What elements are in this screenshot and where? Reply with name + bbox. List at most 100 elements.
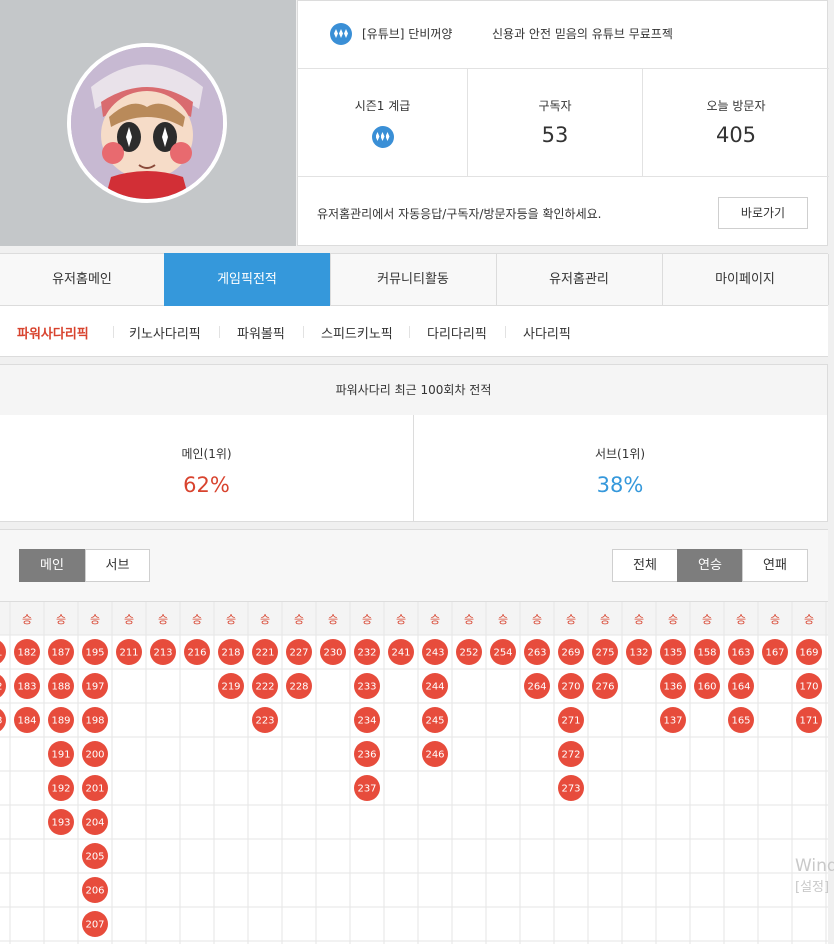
- result-ball-number: 219: [221, 682, 240, 693]
- result-ball-number: 135: [663, 648, 682, 659]
- result-ball-number: 241: [391, 648, 410, 659]
- summary-sub: 서브(1위) 38%: [413, 415, 827, 521]
- filter-bar: 메인 서브 전체 연승 연패: [0, 529, 828, 601]
- result-ball-number: 211: [119, 648, 138, 659]
- result-ball-number: 276: [595, 682, 614, 693]
- filter-right-3[interactable]: 연패: [742, 549, 808, 582]
- watermark-line-1: Wind: [795, 856, 834, 876]
- sub-tab-5[interactable]: 다리다리픽: [427, 323, 487, 342]
- column-header-label: 승: [464, 613, 474, 626]
- sub-tab-divider: [113, 326, 114, 338]
- column-header-label: 승: [56, 613, 66, 626]
- stat-label: 구독자: [538, 99, 572, 113]
- result-ball-number: 136: [663, 682, 682, 693]
- result-ball-number: 243: [425, 648, 444, 659]
- channel-name[interactable]: [유튜브] 단비꺼양: [362, 25, 452, 42]
- result-ball-number: 275: [595, 648, 614, 659]
- sub-tab-3[interactable]: 파워볼픽: [237, 323, 285, 342]
- summary-sub-percent: 38%: [596, 473, 644, 497]
- result-grid: 승 181 182 183 승 182 183 184 승 187 188 189 191 192 193 승…: [0, 601, 828, 944]
- summary-body: 메인(1위) 62% 서브(1위) 38%: [0, 415, 828, 522]
- result-ball-number: 273: [561, 784, 580, 795]
- column-header-label: 승: [702, 613, 712, 626]
- stat-value: 53: [541, 123, 569, 147]
- result-ball-number: 228: [289, 682, 308, 693]
- avatar-illustration: [71, 47, 223, 199]
- summary-title: 파워사다리 최근 100회차 전적: [0, 364, 828, 416]
- column-header-label: 승: [430, 613, 440, 626]
- column-header-label: 승: [668, 613, 678, 626]
- result-ball-number: 271: [561, 716, 580, 727]
- result-ball-number: 183: [17, 682, 36, 693]
- result-ball-number: 246: [425, 750, 444, 761]
- grade-diamond-icon: [371, 126, 394, 148]
- goto-button[interactable]: 바로가기: [718, 197, 808, 229]
- sub-tab-4[interactable]: 스피드키노픽: [321, 323, 393, 342]
- main-tabs: 유저홈메인 게임픽전적 커뮤니티활동 유저홈관리 마이페이지: [0, 253, 829, 306]
- result-ball-number: 264: [527, 682, 546, 693]
- profile-photo-area: [0, 0, 296, 246]
- result-grid-svg: 승 181 182 183 승 182 183 184 승 187 188 189 191 192 193 승…: [0, 602, 828, 944]
- result-ball-number: 227: [289, 648, 308, 659]
- result-ball-number: 198: [85, 716, 104, 727]
- stat-value: 405: [715, 123, 757, 147]
- result-ball-number: 216: [187, 648, 206, 659]
- result-ball-number: 207: [85, 920, 104, 931]
- result-ball-number: 269: [561, 648, 580, 659]
- result-ball-number: 221: [255, 648, 274, 659]
- result-ball-number: 183: [0, 716, 3, 727]
- result-ball-number: 206: [85, 886, 104, 897]
- result-ball-number: 254: [493, 648, 512, 659]
- filter-right-2[interactable]: 연승: [677, 549, 743, 582]
- stat-today-visitors: 오늘 방문자 405: [643, 69, 829, 177]
- result-ball-number: 191: [51, 750, 70, 761]
- result-ball-number: 164: [731, 682, 750, 693]
- column-header-label: 승: [498, 613, 508, 626]
- stat-subscribers: 구독자 53: [468, 69, 643, 177]
- column-header-label: 승: [294, 613, 304, 626]
- main-tab-3[interactable]: 커뮤니티활동: [330, 254, 497, 305]
- sub-tab-6[interactable]: 사다리픽: [523, 323, 571, 342]
- result-ball-number: 181: [0, 648, 3, 659]
- activation-watermark: Wind [설정]: [795, 855, 834, 899]
- stat-season-grade: 시즌1 계급: [298, 69, 468, 177]
- result-ball-number: 182: [0, 682, 3, 693]
- result-ball-number: 244: [425, 682, 444, 693]
- result-ball-number: 182: [17, 648, 36, 659]
- main-tab-4[interactable]: 유저홈관리: [496, 254, 663, 305]
- notice-text: 유저홈관리에서 자동응답/구독자/방문자등을 확인하세요.: [317, 207, 602, 221]
- main-tab-2[interactable]: 게임픽전적: [164, 253, 331, 306]
- filter-left-2[interactable]: 서브: [85, 549, 150, 582]
- main-tab-5[interactable]: 마이페이지: [662, 254, 829, 305]
- stat-label: 오늘 방문자: [706, 99, 766, 113]
- result-ball-number: 237: [357, 784, 376, 795]
- column-header-label: 승: [22, 613, 32, 626]
- column-header-label: 승: [736, 613, 746, 626]
- filter-left-1[interactable]: 메인: [19, 549, 85, 582]
- sub-tab-divider: [409, 326, 410, 338]
- main-tab-1[interactable]: 유저홈메인: [0, 254, 165, 305]
- sub-tab-divider: [505, 326, 506, 338]
- result-ball-number: 158: [697, 648, 716, 659]
- filter-right-1[interactable]: 전체: [612, 549, 678, 582]
- column-header-label: 승: [328, 613, 338, 626]
- result-ball-number: 222: [255, 682, 274, 693]
- result-ball-number: 200: [85, 750, 104, 761]
- sub-tab-2[interactable]: 키노사다리픽: [129, 323, 201, 342]
- column-header-label: 승: [396, 613, 406, 626]
- sub-tab-1[interactable]: 파워사다리픽: [17, 323, 89, 342]
- column-header-label: 승: [362, 613, 372, 626]
- result-ball-number: 160: [697, 682, 716, 693]
- result-ball-number: 169: [799, 648, 818, 659]
- grade-diamond-icon: [330, 23, 352, 45]
- result-ball-number: 272: [561, 750, 580, 761]
- avatar[interactable]: [67, 43, 227, 203]
- result-ball-number: 137: [663, 716, 682, 727]
- column-header-label: 승: [226, 613, 236, 626]
- channel-row: [유튜브] 단비꺼양 신용과 안전 믿음의 유튜브 무료프젝: [298, 1, 829, 69]
- result-ball-number: 167: [765, 648, 784, 659]
- result-ball-number: 270: [561, 682, 580, 693]
- result-ball-number: 252: [459, 648, 478, 659]
- sub-tab-divider: [303, 326, 304, 338]
- summary-sub-label: 서브(1위): [594, 447, 646, 461]
